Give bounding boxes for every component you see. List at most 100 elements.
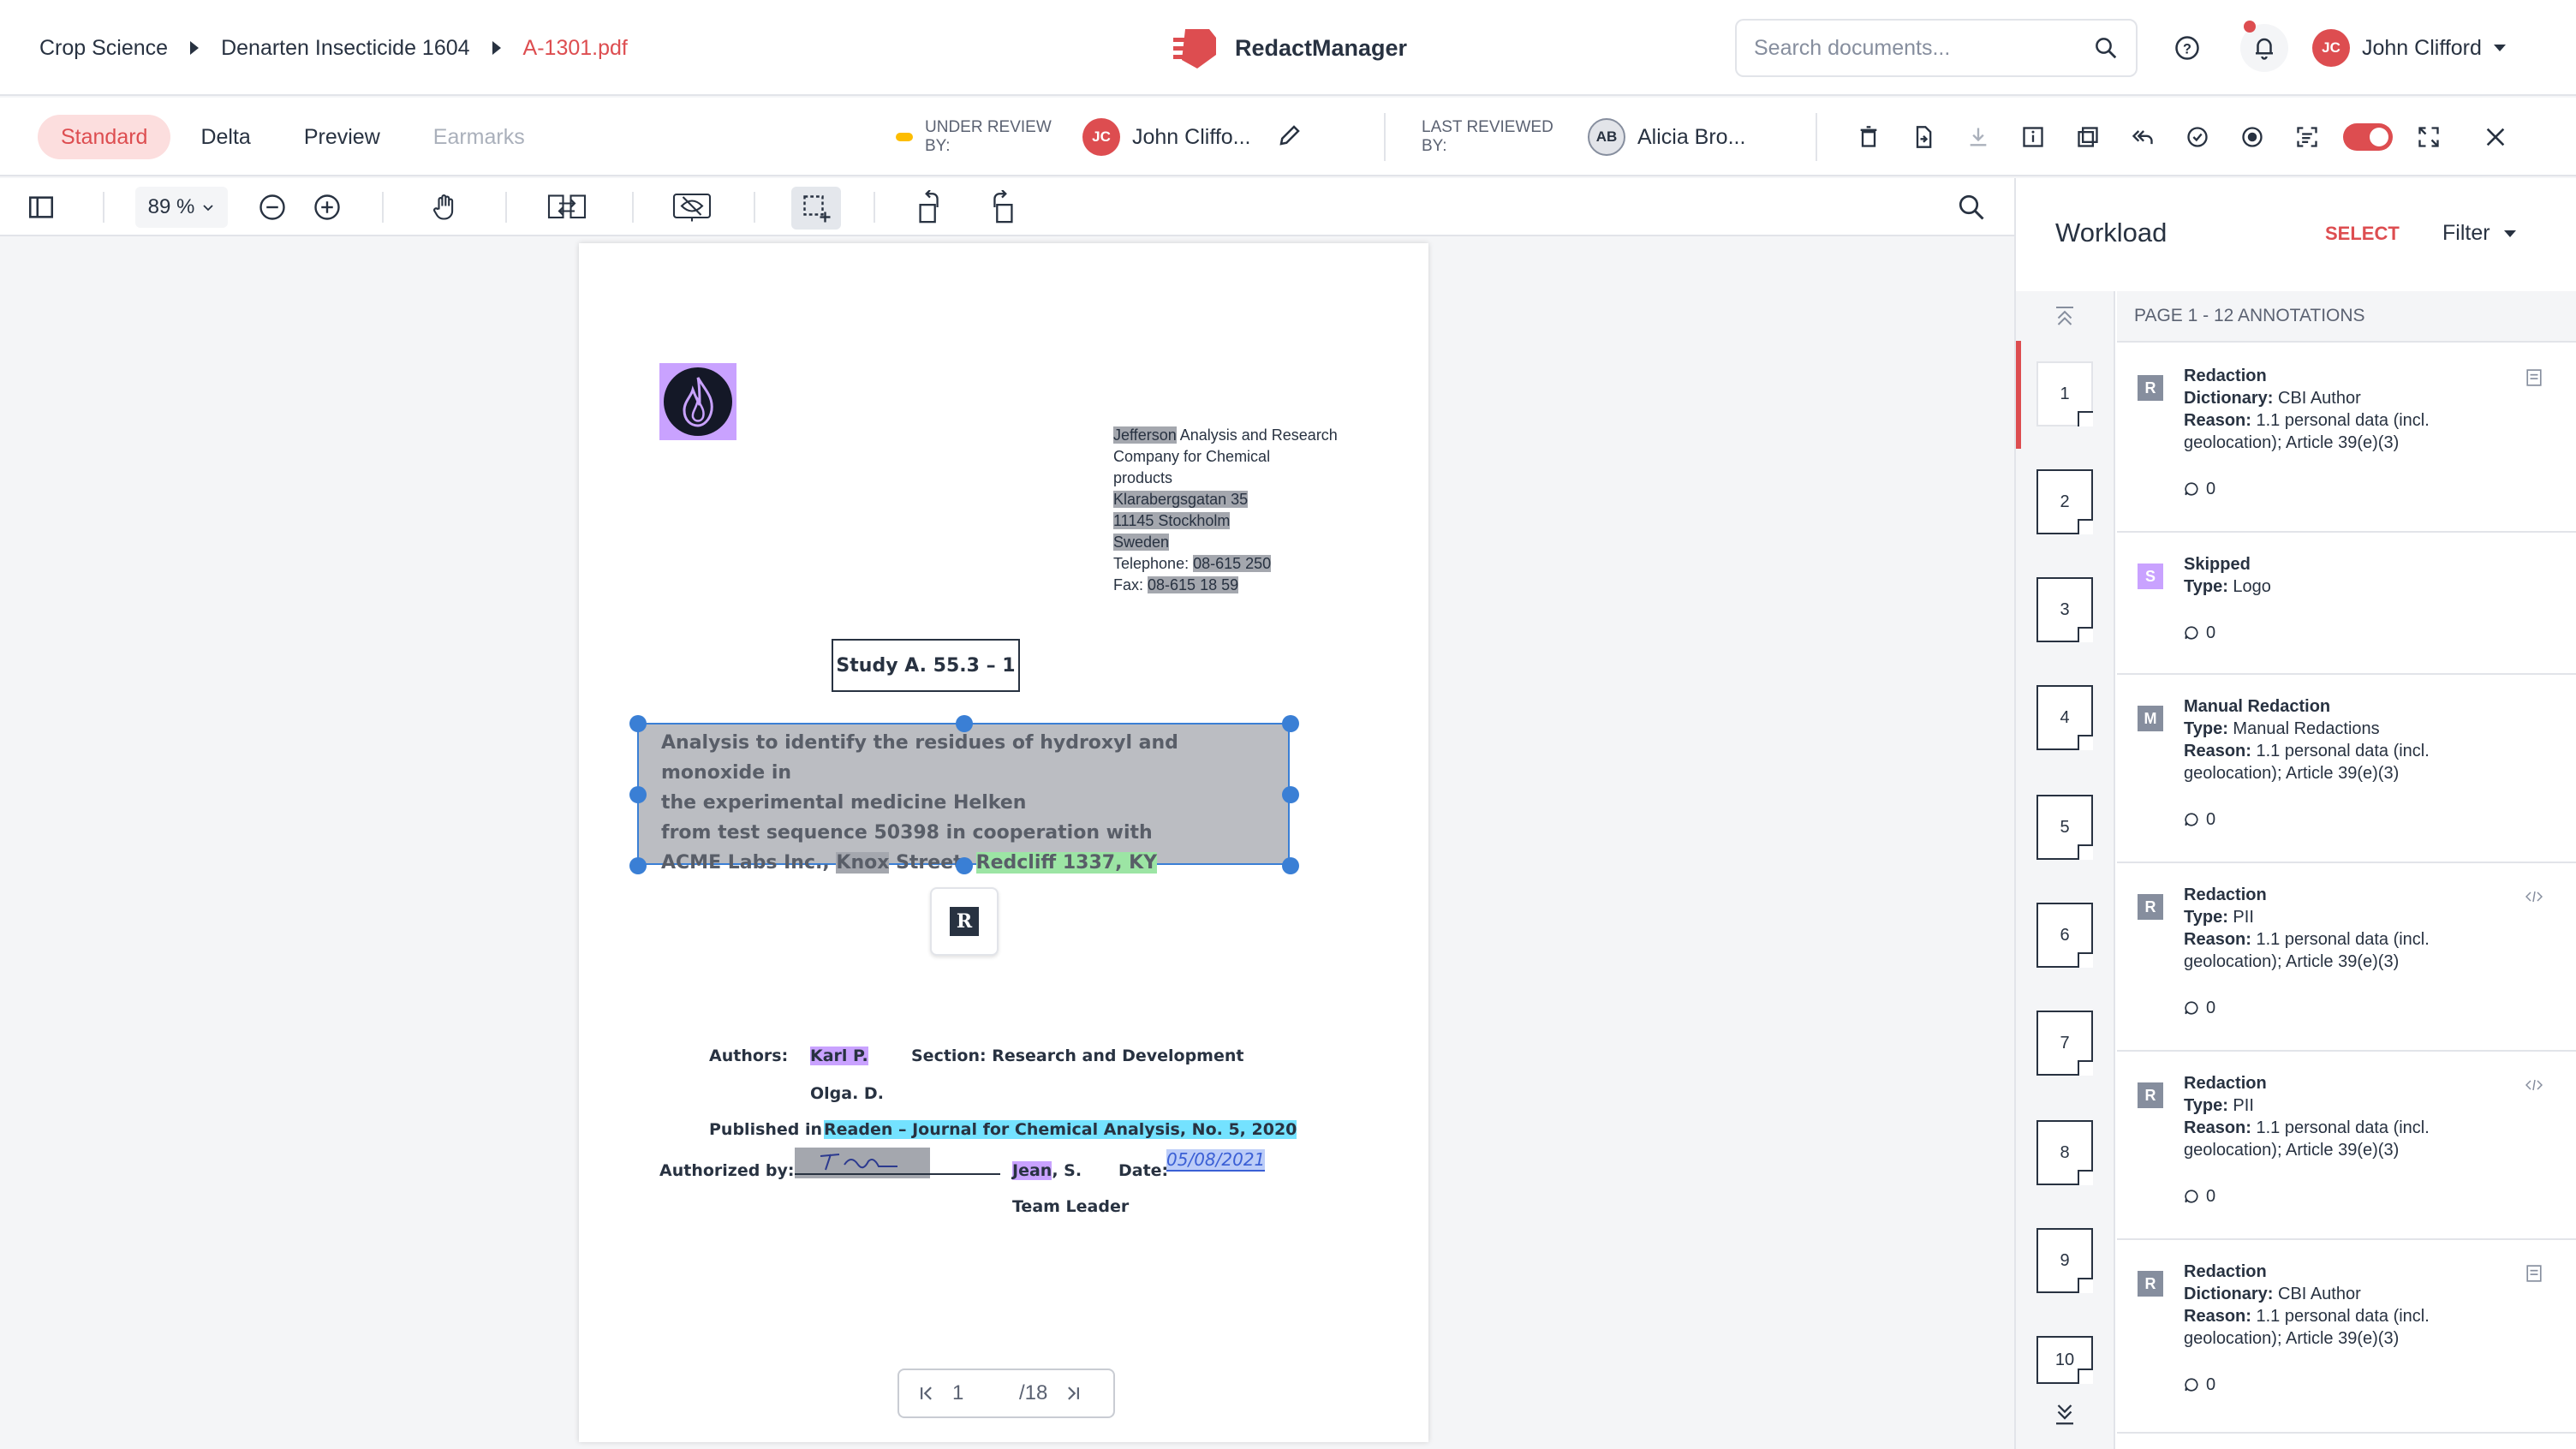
zoom-out-button[interactable]: [252, 187, 293, 228]
info-button[interactable]: [2014, 118, 2052, 156]
annotation-card[interactable]: R Redaction Dictionary: CBI Author Reaso…: [2117, 1240, 2576, 1434]
page-thumb[interactable]: 2: [2036, 469, 2093, 534]
compare-button[interactable]: [2069, 118, 2107, 156]
breadcrumb-file[interactable]: A-1301.pdf: [523, 36, 628, 61]
file-export-icon: [1916, 126, 1932, 148]
tab-delta[interactable]: Delta: [177, 115, 273, 159]
annotation-card[interactable]: R Redaction Type: PII Reason: 1.1 person…: [2117, 863, 2576, 1052]
manual-redaction-selection[interactable]: Analysis to identify the residues of hyd…: [629, 715, 1299, 874]
download-button[interactable]: [1959, 118, 1997, 156]
record-button[interactable]: [2233, 118, 2271, 156]
resize-handle[interactable]: [956, 857, 973, 874]
brand-logo[interactable]: RedactManager: [1172, 22, 1407, 74]
undo-button[interactable]: [2124, 118, 2162, 156]
page-thumb[interactable]: 4: [2036, 685, 2093, 750]
rotate-right-button[interactable]: [981, 187, 1023, 228]
tab-earmarks[interactable]: Earmarks: [410, 115, 548, 159]
dictionary-button[interactable]: [2523, 1262, 2545, 1285]
edit-reviewer-button[interactable]: [1277, 122, 1303, 152]
annotation-card[interactable]: S Skipped Type: Logo 0: [2117, 533, 2576, 675]
comments-count[interactable]: 0: [2184, 478, 2526, 500]
signer-redaction[interactable]: Jean: [1012, 1161, 1052, 1180]
resize-handle[interactable]: [629, 857, 647, 874]
telephone-redaction[interactable]: 08-615 250: [1193, 555, 1272, 572]
dictionary-button[interactable]: [2523, 367, 2545, 389]
resize-handle[interactable]: [956, 715, 973, 732]
resize-handle[interactable]: [1282, 786, 1299, 803]
resize-handle[interactable]: [1282, 715, 1299, 732]
comments-count[interactable]: 0: [2184, 622, 2526, 644]
zoom-select[interactable]: 89 %: [135, 187, 228, 228]
toggle-sidebar-button[interactable]: [21, 187, 62, 228]
page-thumb[interactable]: 3: [2036, 577, 2093, 642]
annotation-type-badge: R: [2138, 1271, 2163, 1297]
address-city-redaction[interactable]: 11145 Stockholm: [1113, 512, 1231, 529]
page-thumb[interactable]: 10: [2036, 1336, 2093, 1384]
breadcrumb-crop-science[interactable]: Crop Science: [39, 36, 168, 61]
street-redaction[interactable]: Knox: [836, 852, 890, 874]
date-handwritten[interactable]: 05/08/2021: [1166, 1149, 1266, 1172]
tab-preview[interactable]: Preview: [281, 115, 403, 159]
address-country-redaction[interactable]: Sweden: [1113, 534, 1170, 551]
page-thumb[interactable]: 8: [2036, 1120, 2093, 1185]
comments-count[interactable]: 0: [2184, 1374, 2526, 1396]
delete-button[interactable]: [1850, 118, 1887, 156]
export-button[interactable]: [1905, 118, 1942, 156]
search-input[interactable]: Search documents...: [1735, 19, 2138, 77]
page-thumb[interactable]: 9: [2036, 1228, 2093, 1293]
address-hint[interactable]: Redcliff 1337, KY: [975, 852, 1158, 874]
annotation-card[interactable]: R Redaction Type: PII Reason: 1.1 person…: [2117, 1052, 2576, 1240]
address-name-redaction[interactable]: Jefferson: [1113, 426, 1177, 444]
breadcrumb-dossier[interactable]: Denarten Insecticide 1604: [221, 36, 469, 61]
last-page-icon[interactable]: [1063, 1384, 1082, 1403]
signature-line: [795, 1173, 1000, 1175]
rotate-left-button[interactable]: [909, 187, 951, 228]
zoom-in-button[interactable]: [307, 187, 348, 228]
fullscreen-button[interactable]: [2410, 118, 2448, 156]
page-thumb[interactable]: 6: [2036, 903, 2093, 968]
redact-selection-button[interactable]: R: [930, 887, 999, 956]
tab-standard[interactable]: Standard: [38, 115, 171, 159]
flame-logo-icon[interactable]: [659, 363, 736, 440]
comments-count[interactable]: 0: [2184, 808, 2526, 831]
notifications-button[interactable]: [2240, 21, 2288, 72]
resize-handle[interactable]: [629, 786, 647, 803]
resize-handle[interactable]: [1282, 857, 1299, 874]
author-redaction[interactable]: Karl P.: [810, 1046, 868, 1065]
rule-button[interactable]: [2523, 886, 2545, 908]
first-page-icon[interactable]: [918, 1384, 937, 1403]
comments-count[interactable]: 0: [2184, 1185, 2526, 1208]
search-document-button[interactable]: [1951, 187, 1992, 228]
publication-hint[interactable]: Readen – Journal for Chemical Analysis, …: [824, 1120, 1297, 1139]
select-button[interactable]: SELECT: [2325, 223, 2400, 245]
page-number-input[interactable]: 1: [952, 1381, 1004, 1405]
hide-redactions-button[interactable]: [671, 187, 713, 228]
user-menu[interactable]: JC John Clifford: [2312, 26, 2506, 70]
annotation-card[interactable]: M Manual Redaction Type: Manual Redactio…: [2117, 675, 2576, 863]
page-thumb[interactable]: 7: [2036, 1011, 2093, 1076]
annotation-reason: Reason: 1.1 personal data (incl. geoloca…: [2184, 740, 2526, 784]
comments-count[interactable]: 0: [2184, 997, 2526, 1019]
approve-button[interactable]: [2179, 118, 2216, 156]
last-reviewer-name: Alicia Bro...: [1637, 124, 1746, 149]
ocr-button[interactable]: [2288, 118, 2326, 156]
address-street-redaction[interactable]: Klarabergsgatan 35: [1113, 491, 1249, 508]
last-reviewed-block: LAST REVIEWED BY: AB Alicia Bro...: [1422, 113, 1745, 161]
compare-view-button[interactable]: [546, 187, 587, 228]
help-button[interactable]: ?: [2167, 27, 2208, 69]
annotation-card[interactable]: R Redaction Dictionary: CBI Author Reaso…: [2117, 344, 2576, 533]
resize-handle[interactable]: [629, 715, 647, 732]
rule-button[interactable]: [2523, 1074, 2545, 1096]
scroll-bottom-button[interactable]: [2052, 1401, 2078, 1431]
area-select-button[interactable]: [791, 187, 841, 230]
role-text: Team Leader: [1012, 1197, 1130, 1216]
page-thumb[interactable]: 5: [2036, 795, 2093, 860]
close-button[interactable]: [2477, 118, 2514, 156]
page-thumb[interactable]: 1: [2036, 361, 2093, 426]
redaction-toggle[interactable]: [2343, 123, 2393, 151]
section-text: Section: Research and Development: [911, 1046, 1244, 1065]
filter-dropdown[interactable]: Filter: [2442, 221, 2516, 246]
pan-tool-button[interactable]: [425, 187, 466, 228]
fax-redaction[interactable]: 08-615 18 59: [1148, 576, 1239, 593]
scroll-top-button[interactable]: [2052, 303, 2078, 333]
